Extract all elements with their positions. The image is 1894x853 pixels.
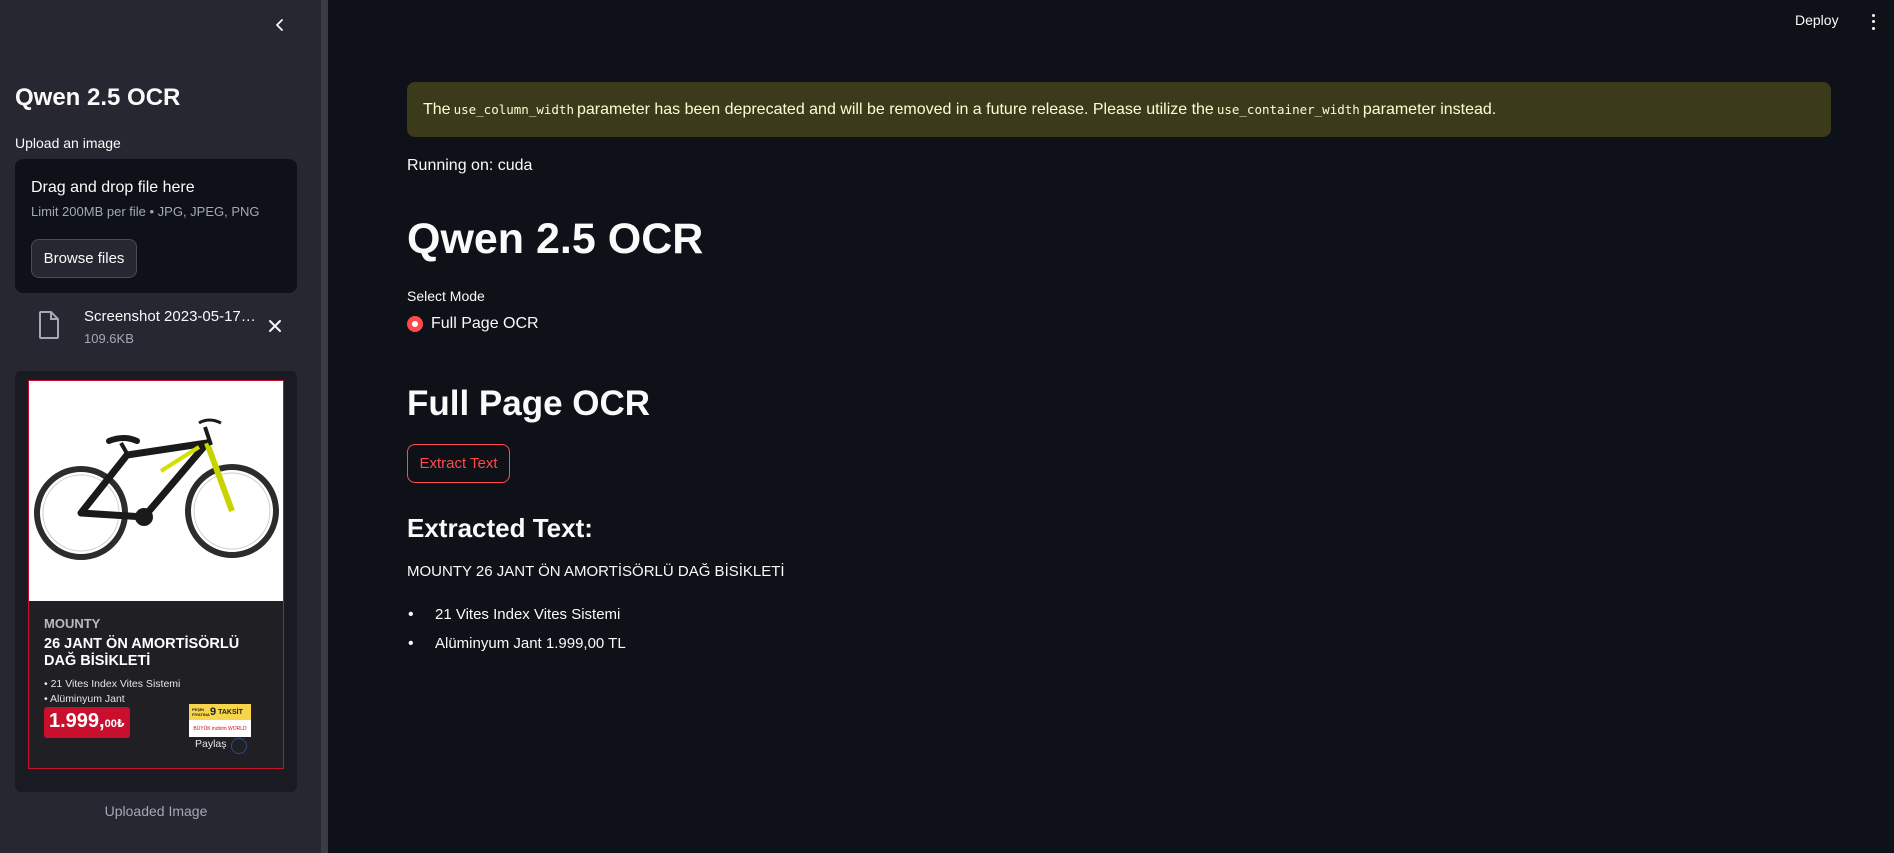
warning-code-column: use_column_width	[453, 102, 574, 117]
more-vertical-icon	[1871, 13, 1875, 17]
image-caption: Uploaded Image	[104, 803, 208, 819]
share-icon	[231, 738, 247, 754]
mode-radio-full-page-ocr[interactable]: Full Page OCR	[407, 315, 539, 333]
installment-number: 9	[210, 706, 217, 718]
extracted-bullets: 21 Vites Index Vites Sistemi Alüminyum J…	[407, 604, 626, 662]
warning-code-container: use_container_width	[1216, 102, 1360, 117]
close-icon	[269, 320, 281, 332]
page-title: Qwen 2.5 OCR	[407, 215, 704, 263]
extracted-text-title: Extracted Text:	[407, 513, 593, 543]
product-title: 26 JANT ÖN AMORTİSÖRLÜ DAĞ BİSİKLETİ	[44, 636, 240, 669]
sidebar-title: Qwen 2.5 OCR	[15, 84, 181, 111]
dropzone-limit: Limit 200MB per file • JPG, JPEG, PNG	[31, 204, 260, 219]
warning-prefix: The	[423, 100, 451, 118]
extract-text-button[interactable]: Extract Text	[407, 444, 510, 483]
file-dropzone[interactable]: Drag and drop file here Limit 200MB per …	[15, 159, 297, 293]
upload-label: Upload an image	[15, 135, 121, 151]
product-brand: MOUNTY	[44, 616, 101, 631]
mode-label: Select Mode	[407, 288, 485, 304]
product-feature: • Alüminyum Jant	[44, 693, 125, 705]
share-label: Paylaş	[195, 738, 227, 750]
warning-suffix: parameter instead.	[1362, 100, 1497, 118]
sidebar: Qwen 2.5 OCR Upload an image Drag and dr…	[0, 0, 321, 853]
file-size: 109.6KB	[84, 331, 134, 346]
file-name: Screenshot 2023-05-17 at 12.34.56.png	[84, 308, 256, 325]
dropzone-title: Drag and drop file here	[31, 179, 195, 196]
browse-files-button[interactable]: Browse files	[31, 239, 137, 278]
price-cents: 00₺	[104, 718, 125, 730]
bicycle-photo	[29, 381, 283, 601]
price-main: 1.999,	[49, 710, 105, 732]
installment-cards: BÜYÜK indirim WORLD	[189, 720, 251, 737]
list-item: 21 Vites Index Vites Sistemi	[407, 604, 626, 633]
sidebar-resize-handle[interactable]	[321, 0, 328, 853]
main-menu-button[interactable]	[1866, 12, 1880, 32]
remove-file-button[interactable]	[264, 315, 286, 337]
extracted-text-line: MOUNTY 26 JANT ÖN AMORTİSÖRLÜ DAĞ BİSİKL…	[407, 563, 785, 580]
installment-word: TAKSİT	[218, 708, 243, 716]
list-item: Alüminyum Jant 1.999,00 TL	[407, 633, 626, 662]
product-price: 1.999, 00₺	[44, 707, 130, 738]
section-title: Full Page OCR	[407, 384, 651, 423]
radio-selected-icon	[407, 316, 423, 332]
installment-badge: PEŞİN FİYATINA 9 TAKSİT BÜYÜK indirim WO…	[189, 704, 251, 737]
bicycle-icon	[34, 418, 279, 560]
product-card-image: MOUNTY 26 JANT ÖN AMORTİSÖRLÜ DAĞ BİSİKL…	[28, 380, 284, 769]
file-icon	[39, 311, 59, 339]
deploy-button[interactable]: Deploy	[1795, 12, 1839, 28]
product-feature: • 21 Vites Index Vites Sistemi	[44, 678, 181, 690]
uploaded-image: MOUNTY 26 JANT ÖN AMORTİSÖRLÜ DAĞ BİSİKL…	[15, 371, 297, 792]
chevron-left-icon	[276, 19, 283, 31]
deprecation-warning: The use_column_width parameter has been …	[407, 82, 1831, 137]
device-status: Running on: cuda	[407, 157, 533, 174]
warning-middle: parameter has been deprecated and will b…	[577, 100, 1214, 118]
uploaded-file-row: Screenshot 2023-05-17 at 12.34.56.png 10…	[15, 303, 297, 351]
collapse-sidebar-button[interactable]	[268, 13, 292, 37]
mode-option-label: Full Page OCR	[431, 315, 539, 332]
installment-prefix: PEŞİN FİYATINA	[192, 707, 210, 717]
